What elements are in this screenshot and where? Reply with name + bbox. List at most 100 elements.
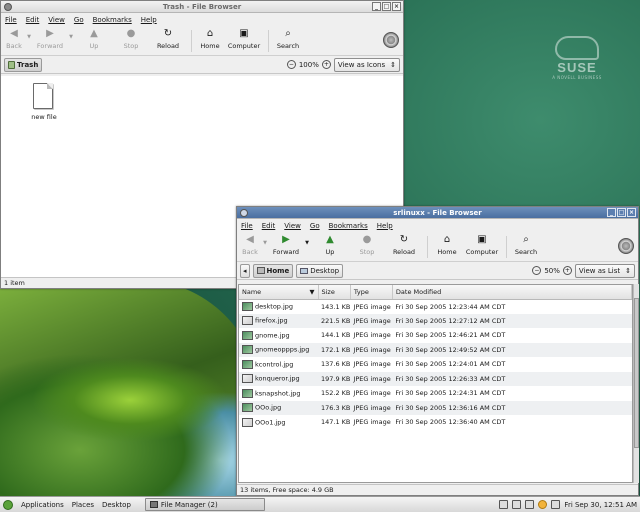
forward-history-dropdown[interactable]: ▼ — [303, 234, 311, 260]
file-label[interactable]: new file — [23, 113, 65, 121]
column-header-type[interactable]: Type — [350, 285, 393, 300]
menu-file[interactable]: File — [5, 16, 17, 24]
file-icon[interactable] — [33, 83, 53, 109]
column-header-size[interactable]: Size — [318, 285, 351, 300]
file-name-cell[interactable]: desktop.jpg — [239, 299, 318, 314]
menu-help[interactable]: Help — [377, 222, 393, 230]
zoom-level[interactable]: 50% — [544, 267, 560, 275]
list-view[interactable]: Name ▼ Size Type Date Modified desktop.j… — [238, 284, 633, 483]
computer-button[interactable]: ▣ Computer — [462, 234, 502, 260]
search-button[interactable]: ⌕ Search — [511, 234, 541, 260]
maximize-button[interactable]: □ — [382, 2, 391, 11]
table-row[interactable]: kcontrol.jpg 137.6 KB JPEG image Fri 30 Sep… — [239, 357, 632, 372]
minimize-button[interactable]: _ — [372, 2, 381, 11]
bottom-panel: Applications Places Desktop File Manager… — [0, 496, 640, 512]
zoom-level[interactable]: 100% — [299, 61, 319, 69]
file-browser-titlebar[interactable]: srlinuxx - File Browser _ □ × — [237, 207, 638, 219]
path-button-trash[interactable]: Trash — [4, 57, 43, 72]
file-name-cell[interactable]: firefox.jpg — [239, 313, 318, 328]
back-history-dropdown[interactable]: ▼ — [25, 28, 33, 54]
clock[interactable]: Fri Sep 30, 12:51 AM — [564, 501, 637, 509]
reload-button[interactable]: ↻ Reload — [149, 28, 187, 54]
file-name-cell[interactable]: OOo1.jpg — [239, 415, 318, 430]
scrollbar-thumb[interactable] — [634, 298, 639, 448]
column-header-name[interactable]: Name ▼ — [239, 285, 319, 300]
menu-go[interactable]: Go — [310, 222, 320, 230]
table-row[interactable]: ksnapshot.jpg 152.2 KB JPEG image Fri 30 Se… — [239, 386, 632, 401]
stop-button[interactable]: ● Stop — [113, 28, 149, 54]
table-row[interactable]: gnomeoppps.jpg 172.1 KB JPEG image Fri 30 S… — [239, 342, 632, 357]
up-button[interactable]: ▲ Up — [75, 28, 113, 54]
path-button-desktop[interactable]: Desktop — [296, 263, 344, 278]
path-scroll-left-button[interactable]: ◂ — [240, 263, 250, 278]
close-button[interactable]: × — [627, 208, 636, 217]
menu-go[interactable]: Go — [74, 16, 84, 24]
vertical-scrollbar[interactable] — [633, 284, 639, 483]
zoom-out-icon[interactable]: − — [532, 266, 542, 275]
menu-file[interactable]: File — [241, 222, 253, 230]
menu-help[interactable]: Help — [141, 16, 157, 24]
view-mode-select[interactable]: View as List ⇕ — [574, 263, 635, 278]
window-menu-icon[interactable] — [240, 209, 248, 217]
chevron-updown-icon: ⇕ — [625, 266, 631, 275]
forward-button[interactable]: ▶ Forward — [269, 234, 303, 260]
stop-button[interactable]: ● Stop — [349, 234, 385, 260]
close-button[interactable]: × — [392, 2, 401, 11]
window-menu-icon[interactable] — [4, 3, 12, 11]
date-modified-cell: Fri 30 Sep 2005 12:26:33 AM CDT — [392, 371, 632, 386]
menu-edit[interactable]: Edit — [262, 222, 276, 230]
places-menu[interactable]: Places — [72, 501, 94, 509]
image-thumbnail-icon — [242, 417, 253, 427]
desktop-menu[interactable]: Desktop — [102, 501, 131, 509]
applications-menu[interactable]: Applications — [21, 501, 64, 509]
maximize-button[interactable]: □ — [617, 208, 626, 217]
table-row[interactable]: konqueror.jpg 197.9 KB JPEG image Fri 30 Se… — [239, 371, 632, 386]
activity-throbber-icon — [618, 238, 634, 254]
forward-history-dropdown[interactable]: ▼ — [67, 28, 75, 54]
minimize-button[interactable]: _ — [607, 208, 616, 217]
table-row[interactable]: OOo1.jpg 147.1 KB JPEG image Fri 30 Sep 200… — [239, 415, 632, 430]
gecko-icon[interactable] — [3, 499, 13, 510]
table-row[interactable]: firefox.jpg 221.5 KB JPEG image Fri 30 Sep … — [239, 313, 632, 328]
table-row[interactable]: desktop.jpg 143.1 KB JPEG image Fri 30 Sep … — [239, 299, 632, 314]
file-name-cell[interactable]: konqueror.jpg — [239, 371, 318, 386]
file-type-cell: JPEG image — [350, 371, 393, 386]
file-name-cell[interactable]: OOo.jpg — [239, 400, 318, 415]
file-name-cell[interactable]: gnome.jpg — [239, 328, 318, 343]
forward-button[interactable]: ▶ Forward — [33, 28, 67, 54]
clipboard-icon[interactable] — [512, 500, 522, 509]
back-history-dropdown[interactable]: ▼ — [261, 234, 269, 260]
image-thumbnail-icon — [242, 359, 253, 369]
trash-icon — [8, 60, 15, 69]
home-button[interactable]: ⌂ Home — [196, 28, 224, 54]
view-mode-select[interactable]: View as Icons ⇕ — [333, 57, 400, 72]
column-header-date-modified[interactable]: Date Modified — [392, 285, 632, 300]
menu-view[interactable]: View — [48, 16, 65, 24]
trash-titlebar[interactable]: Trash - File Browser _ □ × — [1, 1, 403, 13]
file-name-cell[interactable]: ksnapshot.jpg — [239, 386, 318, 401]
search-button[interactable]: ⌕ Search — [273, 28, 303, 54]
network-icon[interactable] — [499, 500, 509, 509]
zoom-in-icon[interactable]: + — [562, 266, 572, 275]
path-button-home[interactable]: Home — [252, 263, 294, 278]
table-row[interactable]: OOo.jpg 176.3 KB JPEG image Fri 30 Sep 2005… — [239, 400, 632, 415]
calendar-icon[interactable] — [551, 500, 561, 509]
taskbar-button-file-manager[interactable]: File Manager (2) — [144, 498, 265, 511]
zoom-in-icon[interactable]: + — [321, 60, 331, 69]
menu-bookmarks[interactable]: Bookmarks — [93, 16, 132, 24]
reload-button[interactable]: ↻ Reload — [385, 234, 423, 260]
menu-bookmarks[interactable]: Bookmarks — [329, 222, 368, 230]
zoom-out-icon[interactable]: − — [286, 60, 296, 69]
volume-icon[interactable] — [525, 500, 535, 509]
table-row[interactable]: gnome.jpg 144.1 KB JPEG image Fri 30 Sep 20… — [239, 328, 632, 343]
back-button[interactable]: ◀ Back — [239, 234, 261, 260]
home-button[interactable]: ⌂ Home — [432, 234, 462, 260]
file-name-cell[interactable]: kcontrol.jpg — [239, 357, 318, 372]
back-button[interactable]: ◀ Back — [3, 28, 25, 54]
computer-button[interactable]: ▣ Computer — [224, 28, 264, 54]
file-name-cell[interactable]: gnomeoppps.jpg — [239, 342, 318, 357]
menu-view[interactable]: View — [284, 222, 301, 230]
menu-edit[interactable]: Edit — [26, 16, 40, 24]
up-button[interactable]: ▲ Up — [311, 234, 349, 260]
update-notifier-icon[interactable] — [538, 500, 548, 509]
